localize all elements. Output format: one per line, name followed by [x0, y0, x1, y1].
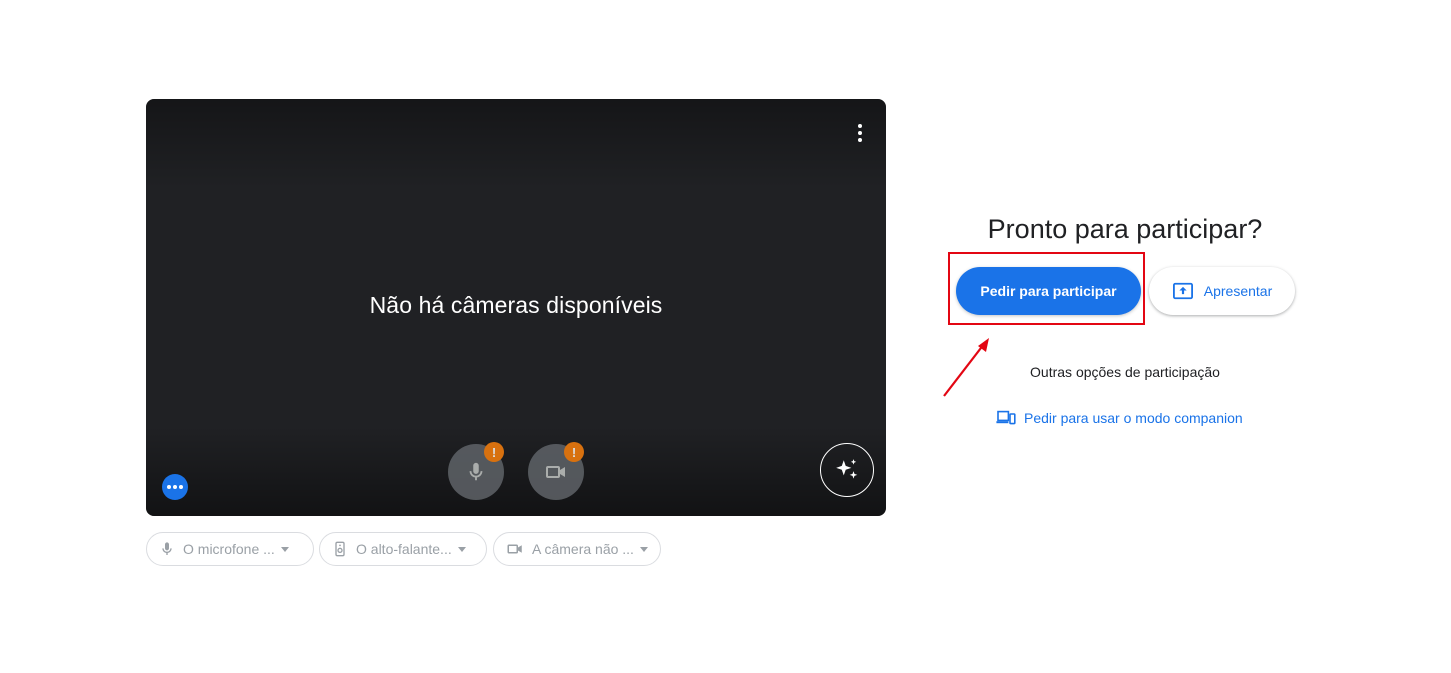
chevron-down-icon — [280, 546, 289, 552]
preview-bottom-gradient — [146, 426, 886, 516]
more-horiz-icon[interactable] — [162, 474, 188, 500]
present-button-label: Apresentar — [1203, 283, 1273, 299]
no-camera-message: Não há câmeras disponíveis — [369, 292, 663, 318]
speaker-icon — [335, 541, 345, 557]
video-camera-icon — [507, 544, 522, 554]
camera-device-select[interactable]: A câmera não ... — [493, 532, 661, 566]
meet-prejoin-page: Não há câmeras disponíveis ! ! O microfo… — [0, 0, 1451, 673]
microphone-toggle-button[interactable]: ! — [448, 442, 504, 500]
microphone-device-select[interactable]: O microfone ... — [146, 532, 314, 566]
chevron-down-icon — [639, 546, 648, 552]
present-button[interactable]: Apresentar — [1149, 267, 1295, 315]
companion-link-label: Pedir para usar o modo companion — [1024, 410, 1243, 426]
camera-toggle-button[interactable]: ! — [528, 442, 584, 500]
camera-device-label: A câmera não ... — [532, 541, 634, 557]
video-preview: Não há câmeras disponíveis ! ! — [146, 99, 886, 516]
microphone-icon — [162, 542, 172, 555]
preview-top-gradient — [146, 99, 886, 189]
microphone-warning-badge: ! — [484, 442, 504, 462]
microphone-icon — [469, 462, 483, 481]
visual-effects-button[interactable] — [820, 443, 874, 497]
ready-to-join-title: Pronto para participar? — [987, 214, 1263, 244]
microphone-device-label: O microfone ... — [183, 541, 275, 557]
present-screen-icon — [1172, 282, 1193, 300]
annotation-arrow — [943, 338, 989, 397]
more-options-icon[interactable] — [848, 119, 872, 147]
sparkle-icon — [836, 459, 858, 479]
chevron-down-icon — [457, 546, 466, 552]
speaker-device-select[interactable]: O alto-falante... — [319, 532, 487, 566]
speaker-device-label: O alto-falante... — [356, 541, 452, 557]
ask-to-join-button[interactable]: Pedir para participar — [956, 267, 1141, 315]
devices-icon — [996, 410, 1016, 425]
video-camera-icon — [546, 466, 565, 478]
camera-warning-badge: ! — [564, 442, 584, 462]
other-join-options-label: Outras opções de participação — [1030, 364, 1220, 380]
companion-mode-link[interactable]: Pedir para usar o modo companion — [996, 408, 1243, 428]
